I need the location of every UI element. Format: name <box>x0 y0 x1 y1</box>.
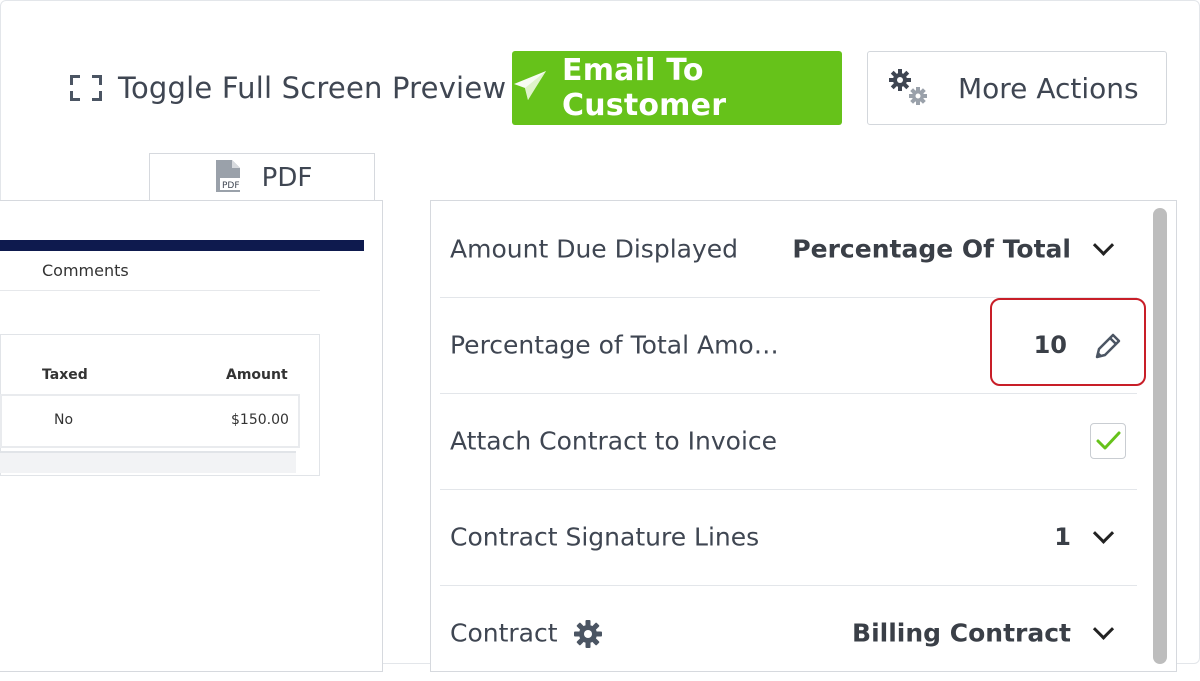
attach-contract-checkbox[interactable] <box>1090 423 1126 459</box>
tab-pdf-label: PDF <box>261 163 313 193</box>
toggle-fullscreen-label: Toggle Full Screen Preview <box>118 71 507 105</box>
gear-icon[interactable] <box>572 618 604 654</box>
fullscreen-icon <box>70 75 102 101</box>
setting-label: Attach Contract to Invoice <box>450 426 778 456</box>
table-row <box>0 451 296 473</box>
column-header-taxed: Taxed <box>42 367 88 383</box>
setting-attach-contract: Attach Contract to Invoice <box>440 393 1137 490</box>
email-to-customer-label: Email To Customer <box>562 53 727 123</box>
tab-pdf[interactable]: PDF PDF <box>149 153 375 202</box>
pdf-file-icon: PDF <box>212 158 246 198</box>
setting-label: Amount Due Displayed <box>450 234 739 264</box>
setting-contract: Contract Billing Contract <box>440 585 1137 681</box>
paper-plane-icon <box>512 69 548 107</box>
checkmark-icon <box>1091 431 1125 462</box>
comments-label: Comments <box>42 261 129 280</box>
chevron-down-icon[interactable] <box>1092 618 1115 640</box>
highlight-annotation <box>990 298 1146 386</box>
header-bar <box>0 240 364 251</box>
svg-text:PDF: PDF <box>222 181 240 191</box>
contract-select[interactable]: Billing Contract <box>852 619 1071 648</box>
divider <box>0 290 320 291</box>
signature-lines-select[interactable]: 1 <box>1054 523 1071 551</box>
scrollbar[interactable] <box>1153 208 1167 664</box>
more-actions-label: More Actions <box>958 71 1139 105</box>
column-header-amount: Amount <box>226 367 288 383</box>
setting-label: Contract <box>450 618 558 648</box>
gears-icon <box>886 66 936 110</box>
chevron-down-icon[interactable] <box>1092 522 1115 544</box>
toggle-fullscreen-button[interactable]: Toggle Full Screen Preview <box>70 68 506 108</box>
setting-contract-signature-lines: Contract Signature Lines 1 <box>440 489 1137 586</box>
setting-label: Percentage of Total Amo… <box>450 330 779 360</box>
chevron-down-icon[interactable] <box>1092 234 1115 256</box>
setting-amount-due-displayed: Amount Due Displayed Percentage Of Total <box>440 201 1137 298</box>
setting-label: Contract Signature Lines <box>450 522 760 552</box>
email-to-customer-button[interactable]: Email To Customer <box>512 51 842 125</box>
amount-due-select[interactable]: Percentage Of Total <box>792 235 1071 264</box>
cell-amount: $150.00 <box>231 412 289 428</box>
cell-taxed: No <box>54 412 74 428</box>
more-actions-button[interactable]: More Actions <box>867 51 1167 125</box>
